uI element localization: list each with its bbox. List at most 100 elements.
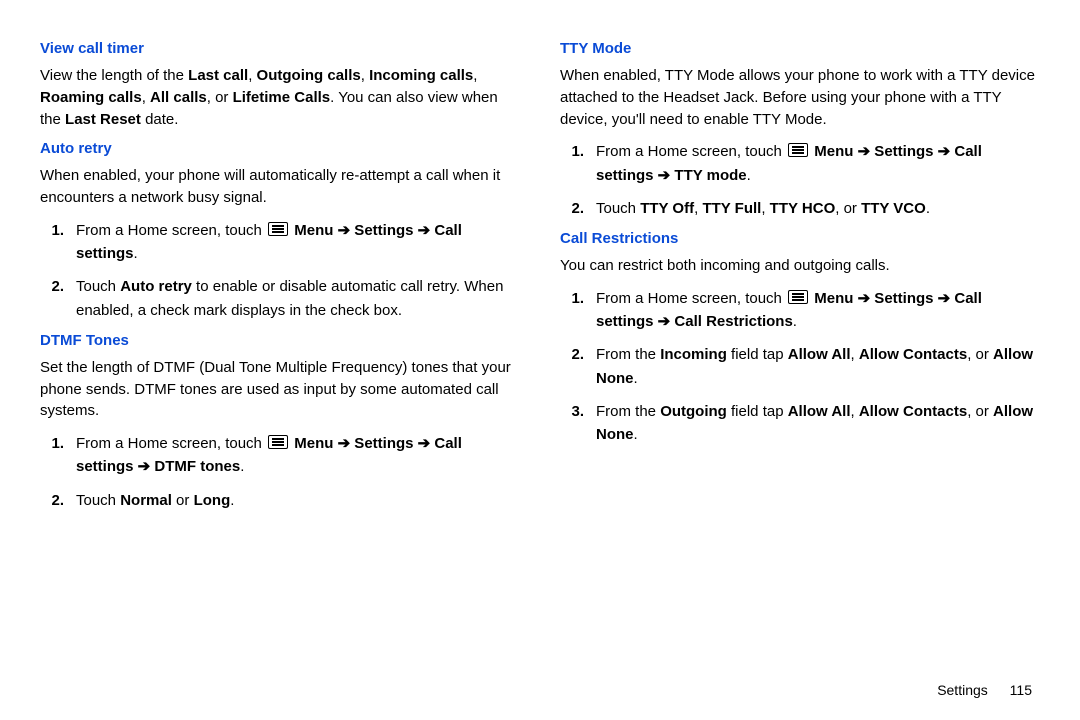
text: . bbox=[230, 492, 234, 509]
text: Touch bbox=[76, 278, 120, 295]
steps-tty-mode: 1. From a Home screen, touch Menu ➔ Sett… bbox=[560, 140, 1040, 220]
bold: Long bbox=[194, 492, 231, 509]
step-number: 1. bbox=[40, 432, 76, 455]
bold: Allow Contacts bbox=[859, 346, 967, 363]
bold: All calls bbox=[150, 89, 207, 106]
right-column: TTY Mode When enabled, TTY Mode allows y… bbox=[560, 40, 1040, 720]
text: From a Home screen, touch bbox=[596, 290, 786, 307]
step-number: 2. bbox=[560, 197, 596, 220]
bold: Allow Contacts bbox=[859, 403, 967, 420]
text: . bbox=[634, 426, 638, 443]
bold: Normal bbox=[120, 492, 172, 509]
text: From the bbox=[596, 403, 660, 420]
text: From a Home screen, touch bbox=[596, 143, 786, 160]
bold: Incoming bbox=[660, 346, 727, 363]
text: View the length of the bbox=[40, 67, 188, 84]
text: or bbox=[172, 492, 194, 509]
heading-dtmf-tones: DTMF Tones bbox=[40, 332, 520, 349]
text: From a Home screen, touch bbox=[76, 222, 266, 239]
step-text: Touch TTY Off, TTY Full, TTY HCO, or TTY… bbox=[596, 197, 1040, 220]
paragraph-view-call-timer: View the length of the Last call, Outgoi… bbox=[40, 65, 520, 130]
step-text: From the Incoming field tap Allow All, A… bbox=[596, 343, 1040, 390]
text: , or bbox=[967, 403, 993, 420]
text: , bbox=[761, 200, 769, 217]
step-number: 1. bbox=[40, 219, 76, 242]
step: 1. From a Home screen, touch Menu ➔ Sett… bbox=[40, 219, 520, 266]
text: . bbox=[747, 167, 751, 184]
heading-call-restrictions: Call Restrictions bbox=[560, 230, 1040, 247]
bold: Allow All bbox=[788, 403, 851, 420]
manual-page: View call timer View the length of the L… bbox=[0, 0, 1080, 720]
menu-icon bbox=[788, 290, 808, 304]
text: , bbox=[851, 346, 859, 363]
step-number: 3. bbox=[560, 400, 596, 423]
step-number: 1. bbox=[560, 287, 596, 310]
steps-dtmf-tones: 1. From a Home screen, touch Menu ➔ Sett… bbox=[40, 432, 520, 512]
step: 2. Touch TTY Off, TTY Full, TTY HCO, or … bbox=[560, 197, 1040, 220]
paragraph-tty-mode: When enabled, TTY Mode allows your phone… bbox=[560, 65, 1040, 130]
step-number: 2. bbox=[560, 343, 596, 366]
bold: Incoming calls bbox=[369, 67, 473, 84]
text: , bbox=[248, 67, 256, 84]
text: . bbox=[240, 458, 244, 475]
bold: TTY Full bbox=[702, 200, 761, 217]
bold: Outgoing calls bbox=[257, 67, 361, 84]
step-text: Touch Normal or Long. bbox=[76, 489, 520, 512]
text: . bbox=[134, 245, 138, 262]
steps-auto-retry: 1. From a Home screen, touch Menu ➔ Sett… bbox=[40, 219, 520, 322]
text: field tap bbox=[727, 403, 788, 420]
steps-call-restrictions: 1. From a Home screen, touch Menu ➔ Sett… bbox=[560, 287, 1040, 447]
paragraph-call-restrictions: You can restrict both incoming and outgo… bbox=[560, 255, 1040, 277]
bold: TTY Off bbox=[640, 200, 694, 217]
step-number: 2. bbox=[40, 275, 76, 298]
step-number: 1. bbox=[560, 140, 596, 163]
paragraph-dtmf-tones: Set the length of DTMF (Dual Tone Multip… bbox=[40, 357, 520, 422]
step: 2. Touch Auto retry to enable or disable… bbox=[40, 275, 520, 322]
text: . bbox=[926, 200, 930, 217]
step: 1. From a Home screen, touch Menu ➔ Sett… bbox=[40, 432, 520, 479]
step-text: Touch Auto retry to enable or disable au… bbox=[76, 275, 520, 322]
heading-view-call-timer: View call timer bbox=[40, 40, 520, 57]
bold: Allow All bbox=[788, 346, 851, 363]
menu-icon bbox=[268, 435, 288, 449]
text: , bbox=[361, 67, 369, 84]
text: , or bbox=[835, 200, 861, 217]
left-column: View call timer View the length of the L… bbox=[40, 40, 520, 720]
text: , or bbox=[207, 89, 233, 106]
text: . bbox=[634, 370, 638, 387]
text: , bbox=[142, 89, 150, 106]
step-text: From a Home screen, touch Menu ➔ Setting… bbox=[76, 432, 520, 479]
text: field tap bbox=[727, 346, 788, 363]
text: From a Home screen, touch bbox=[76, 435, 266, 452]
paragraph-auto-retry: When enabled, your phone will automatica… bbox=[40, 165, 520, 209]
text: Touch bbox=[76, 492, 120, 509]
text: . bbox=[793, 313, 797, 330]
footer-page-number: 115 bbox=[1010, 682, 1032, 698]
step-text: From a Home screen, touch Menu ➔ Setting… bbox=[596, 140, 1040, 187]
heading-auto-retry: Auto retry bbox=[40, 140, 520, 157]
bold: TTY HCO bbox=[770, 200, 836, 217]
menu-icon bbox=[268, 222, 288, 236]
text: , bbox=[473, 67, 477, 84]
step-number: 2. bbox=[40, 489, 76, 512]
bold: TTY VCO bbox=[861, 200, 926, 217]
bold: Auto retry bbox=[120, 278, 192, 295]
step-text: From a Home screen, touch Menu ➔ Setting… bbox=[76, 219, 520, 266]
page-footer: Settings 115 bbox=[937, 682, 1032, 698]
step: 2. From the Incoming field tap Allow All… bbox=[560, 343, 1040, 390]
bold: Last Reset bbox=[65, 111, 141, 128]
step-text: From the Outgoing field tap Allow All, A… bbox=[596, 400, 1040, 447]
text: , bbox=[851, 403, 859, 420]
text: , or bbox=[967, 346, 993, 363]
bold: Last call bbox=[188, 67, 248, 84]
step-text: From a Home screen, touch Menu ➔ Setting… bbox=[596, 287, 1040, 334]
step: 2. Touch Normal or Long. bbox=[40, 489, 520, 512]
step: 1. From a Home screen, touch Menu ➔ Sett… bbox=[560, 287, 1040, 334]
text: From the bbox=[596, 346, 660, 363]
bold: Lifetime Calls bbox=[233, 89, 331, 106]
step: 3. From the Outgoing field tap Allow All… bbox=[560, 400, 1040, 447]
text: date. bbox=[141, 111, 179, 128]
step: 1. From a Home screen, touch Menu ➔ Sett… bbox=[560, 140, 1040, 187]
text: Touch bbox=[596, 200, 640, 217]
bold: Outgoing bbox=[660, 403, 727, 420]
